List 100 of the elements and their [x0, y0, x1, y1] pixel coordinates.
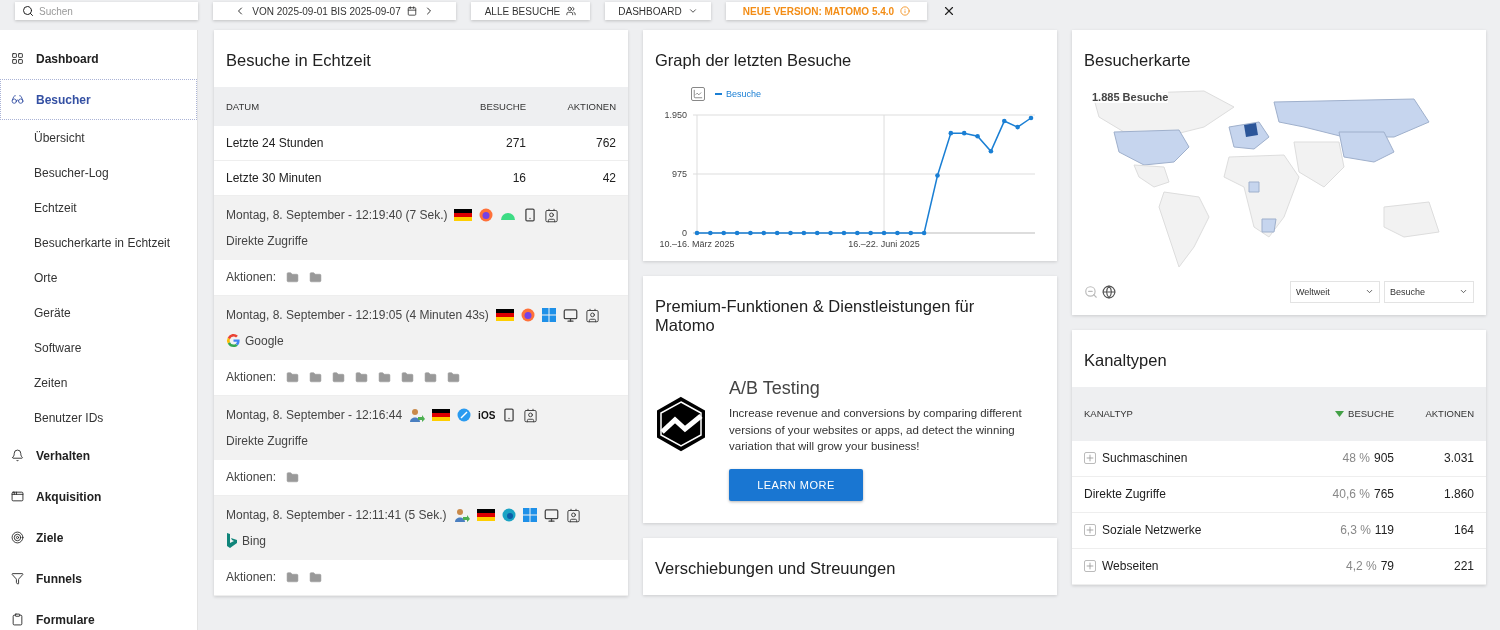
table-cell-text: 164: [1452, 523, 1474, 538]
sidebar-item[interactable]: Ziele: [0, 517, 197, 558]
chart-type-button[interactable]: [691, 86, 705, 101]
data-point: [988, 149, 994, 154]
data-point: [734, 230, 740, 236]
visit-datetime: Montag, 8. September - 12:19:05 (4 Minuten 43s): [226, 308, 489, 323]
sidebar-subitem[interactable]: Zeiten: [0, 365, 197, 400]
folder-icon[interactable]: [355, 370, 369, 384]
sidebar-subitem[interactable]: Software: [0, 330, 197, 365]
data-point: [1002, 118, 1007, 124]
folder-icon[interactable]: [286, 470, 300, 484]
folder-icon[interactable]: [309, 570, 323, 584]
folder-icon[interactable]: [447, 370, 461, 384]
smartphone-icon: [502, 408, 517, 423]
data-point: [788, 230, 793, 236]
expand-icon[interactable]: [1084, 452, 1096, 465]
product-description: Increase revenue and conversions by comparing different versions of your websites or apps, ad detect the winning variation that will grow your business!: [729, 405, 1023, 455]
folder-icon[interactable]: [332, 370, 346, 384]
funnel-icon: [11, 572, 24, 585]
visit-datetime: Montag, 8. September - 12:11:41 (5 Sek.): [226, 508, 447, 523]
windows-icon: [541, 308, 556, 323]
data-point: [761, 230, 767, 236]
folder-icon[interactable]: [309, 270, 323, 284]
metric-select[interactable]: Besuche: [1384, 280, 1474, 303]
table-cell: 79: [1380, 559, 1394, 574]
expand-icon[interactable]: [1084, 524, 1096, 537]
folder-icon[interactable]: [286, 370, 300, 384]
sidebar-subitem[interactable]: Orte: [0, 260, 197, 295]
date-range-button[interactable]: VON 2025-09-01 BIS 2025-09-07: [213, 2, 456, 20]
legend-line-icon: [715, 92, 722, 95]
data-point: [841, 230, 847, 236]
table-cell: Direkte Zugriffe: [1084, 487, 1166, 502]
share-value: 40,6 %: [1332, 487, 1370, 502]
sidebar-item[interactable]: Besucher: [0, 79, 197, 120]
table-cell: Webseiten: [1102, 559, 1159, 574]
column-header[interactable]: KANALTYP: [1084, 408, 1133, 420]
map-total-label: 1.885 Besuche: [1092, 90, 1169, 103]
sidebar-item[interactable]: Funnels: [0, 558, 197, 599]
sidebar-item[interactable]: Dashboard: [0, 38, 197, 79]
folder-icon[interactable]: [286, 570, 300, 584]
data-point: [948, 130, 954, 136]
grid-icon: [11, 52, 24, 65]
hexagon-logo-icon: [655, 395, 707, 452]
data-point: [961, 130, 967, 136]
share-value: 4,2 %: [1345, 559, 1377, 574]
column-header[interactable]: BESUCHE: [1348, 408, 1394, 420]
table-cell-text: 3.031: [1442, 451, 1474, 466]
card-title: Besucherkarte: [1083, 50, 1192, 71]
data-point: [694, 230, 700, 236]
germany-flag-icon: [454, 209, 473, 222]
folder-icon[interactable]: [424, 370, 438, 384]
profile-card-icon[interactable]: [544, 207, 560, 223]
folder-icon[interactable]: [286, 270, 300, 284]
profile-card-icon[interactable]: [523, 407, 539, 423]
region-select[interactable]: Weltweit: [1290, 280, 1380, 303]
share-value: 6,3 %: [1340, 523, 1371, 538]
returning-visitor-icon: [409, 407, 426, 423]
table-cell-text: 762: [594, 135, 616, 150]
learn-more-button[interactable]: LEARN MORE: [729, 468, 863, 501]
referrer-label: Direkte Zugriffe: [226, 433, 308, 448]
data-point: [921, 230, 927, 236]
referrer-label: Bing: [242, 533, 267, 548]
folder-icon[interactable]: [378, 370, 392, 384]
smartphone-icon: [523, 208, 538, 223]
referrer-label: Google: [245, 333, 284, 348]
sidebar-item[interactable]: Verhalten: [0, 435, 197, 476]
folder-icon[interactable]: [309, 370, 323, 384]
dashboard-menu-button[interactable]: DASHBOARD: [605, 2, 711, 20]
data-point: [748, 230, 753, 236]
close-icon[interactable]: [942, 4, 956, 18]
globe-icon[interactable]: [1102, 284, 1116, 299]
data-point: [895, 230, 900, 236]
x-axis-label: 10.–16. März 2025: [659, 238, 735, 249]
y-tick-label: 1.950: [664, 109, 687, 120]
search-field[interactable]: Suchen: [15, 2, 198, 20]
sidebar-subitem[interactable]: Geräte: [0, 295, 197, 330]
legend-item[interactable]: Besuche: [715, 88, 762, 99]
table-cell: 905: [1373, 451, 1394, 466]
segment-button[interactable]: ALLE BESUCHE: [471, 2, 590, 20]
sidebar-subitem[interactable]: Benutzer IDs: [0, 400, 197, 435]
sidebar-subitem[interactable]: Besucher-Log: [0, 155, 197, 190]
sidebar-item[interactable]: Formulare: [0, 599, 197, 630]
profile-card-icon[interactable]: [584, 307, 600, 323]
sidebar-item[interactable]: Akquisition: [0, 476, 197, 517]
data-point: [721, 230, 726, 236]
column-header[interactable]: AKTIONEN: [1425, 408, 1474, 420]
sidebar-subitem[interactable]: Besucherkarte in Echtzeit: [0, 225, 197, 260]
data-point: [908, 230, 914, 236]
sidebar-subitem[interactable]: Echtzeit: [0, 190, 197, 225]
glasses-icon: [11, 93, 24, 106]
table-cell-text: 271: [504, 135, 526, 150]
profile-card-icon[interactable]: [565, 507, 581, 523]
caret-icon: [687, 6, 698, 16]
card-title: Kanaltypen: [1083, 349, 1168, 371]
card-title: Besuche in Echtzeit: [225, 50, 372, 71]
target-icon: [11, 531, 24, 544]
sidebar-subitem[interactable]: Übersicht: [0, 120, 197, 155]
actions-label: Aktionen:: [226, 570, 277, 585]
folder-icon[interactable]: [401, 370, 415, 384]
expand-icon[interactable]: [1084, 560, 1096, 573]
